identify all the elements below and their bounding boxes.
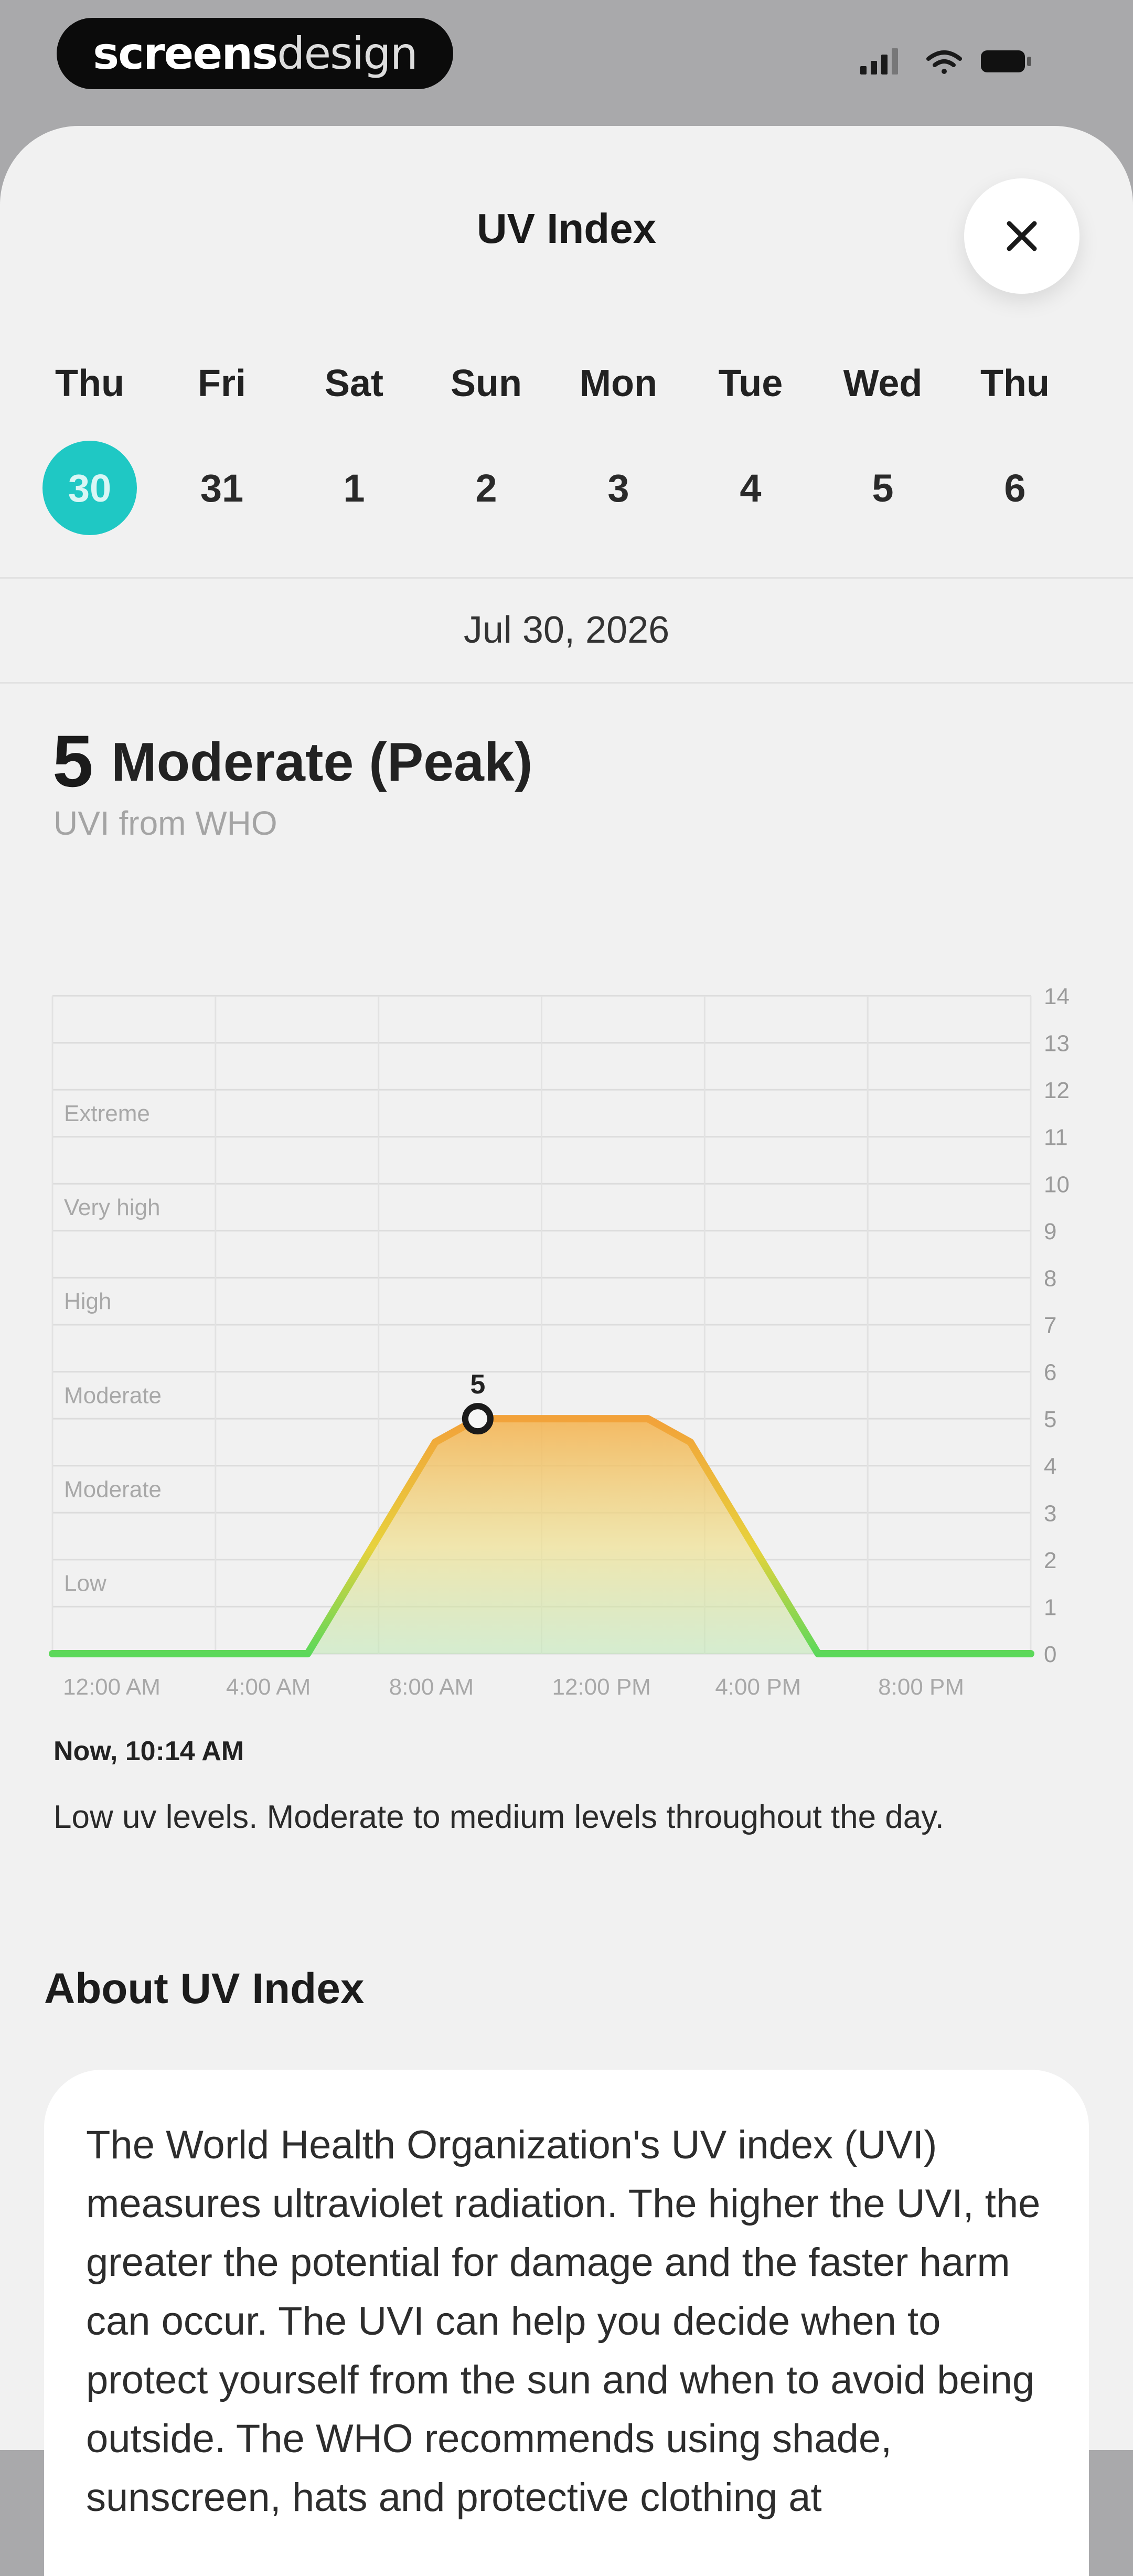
divider [0,682,1133,684]
status-time [624,42,834,73]
now-label: Now, 10:14 AM [54,1736,244,1766]
peak-marker[interactable]: 5 [462,1369,494,1435]
brand-logo: screens design [57,18,453,89]
x-tick-label: 4:00 PM [715,1674,801,1700]
y-tick-label: 10 [1044,1172,1070,1197]
selected-date-label: Jul 30, 2026 [463,609,670,651]
date-item[interactable]: 3 [571,441,666,535]
date-item[interactable]: 31 [175,441,269,535]
peak-marker-label: 5 [470,1369,485,1400]
cellular-signal-icon [860,48,898,74]
uv-area [52,1419,1031,1654]
x-tick-label: 12:00 PM [552,1674,651,1700]
y-tick-label: 9 [1044,1219,1056,1244]
x-tick-label: 8:00 AM [389,1674,474,1700]
date-item[interactable]: 5 [836,441,930,535]
uv-chart-svg: ExtremeVery highHighModerateModerateLow … [49,984,1070,1700]
y-tick-label: 0 [1044,1642,1056,1667]
date-selected[interactable]: 30 [42,441,137,535]
day-names-row: Thu Fri Sat Sun Mon Tue Wed Thu [0,362,1133,420]
divider [0,577,1133,579]
battery-icon [981,50,1031,72]
chart-y-ticks: 01234567891011121314 [1044,984,1070,1667]
close-button[interactable] [964,178,1079,294]
about-title: About UV Index [44,1965,365,2013]
date-item[interactable]: 2 [439,441,533,535]
x-tick-label: 12:00 AM [63,1674,161,1700]
uv-chart[interactable]: Extreme Very high High Moderate Moderate Low … [0,860,1133,1710]
date-item[interactable]: 6 [968,441,1062,535]
system-icons [850,43,1070,80]
brand-logo-part2: design [277,28,418,79]
day-name[interactable]: Wed [833,362,933,405]
x-tick-label: 8:00 PM [878,1674,964,1700]
y-tick-label: 6 [1044,1360,1056,1386]
y-tick-label: 4 [1044,1454,1056,1479]
day-name[interactable]: Mon [569,362,668,405]
y-tick-label: 7 [1044,1313,1056,1338]
x-tick-label: 4:00 AM [226,1674,311,1700]
band-label: High [64,1289,112,1314]
y-tick-label: 12 [1044,1078,1070,1103]
brand-logo-part1: screens [93,28,278,79]
y-tick-label: 2 [1044,1548,1056,1573]
band-label: Very high [64,1195,160,1220]
y-tick-label: 5 [1044,1407,1056,1432]
chart-x-ticks: 12:00 AM 4:00 AM 8:00 AM 12:00 PM 4:00 PM 8:0… [63,1674,964,1700]
sheet-title: UV Index [476,205,657,252]
chart-band-labels: Extreme Very high High Moderate Moderate Low [64,1101,162,1596]
uv-value: 5 [52,720,93,802]
y-tick-label: 1 [1044,1594,1056,1620]
status-bar: screens design [0,0,1133,121]
y-tick-label: 14 [1044,984,1070,1009]
band-label: Extreme [64,1101,150,1126]
day-name[interactable]: Thu [40,362,140,405]
date-item[interactable]: 4 [703,441,798,535]
close-icon [1007,221,1037,251]
day-name[interactable]: Sun [436,362,536,405]
day-name[interactable]: Thu [965,362,1065,405]
uv-source: UVI from WHO [54,804,277,842]
date-item[interactable]: 1 [307,441,401,535]
day-name[interactable]: Sat [304,362,404,405]
now-description: Low uv levels. Moderate to medium levels… [54,1799,944,1835]
y-tick-label: 11 [1044,1125,1068,1151]
about-text: The World Health Organization's UV index… [86,2123,1041,2520]
y-tick-label: 13 [1044,1031,1070,1057]
uv-index-sheet: UV Index Thu Fri Sat Sun Mon Tue Wed Thu… [0,126,1133,2576]
dates-row: 30 31 1 2 3 4 5 6 [0,441,1133,535]
band-label: Moderate [64,1382,162,1408]
peak-marker-dot[interactable] [462,1403,494,1435]
y-tick-label: 8 [1044,1265,1056,1291]
y-tick-label: 3 [1044,1500,1056,1526]
band-label: Low [64,1571,106,1596]
uv-level: Moderate (Peak) [111,732,533,793]
band-label: Moderate [64,1477,162,1503]
day-name[interactable]: Fri [172,362,272,405]
day-name[interactable]: Tue [701,362,800,405]
wifi-icon [926,50,962,74]
about-card: The World Health Organization's UV index… [44,2070,1089,2576]
